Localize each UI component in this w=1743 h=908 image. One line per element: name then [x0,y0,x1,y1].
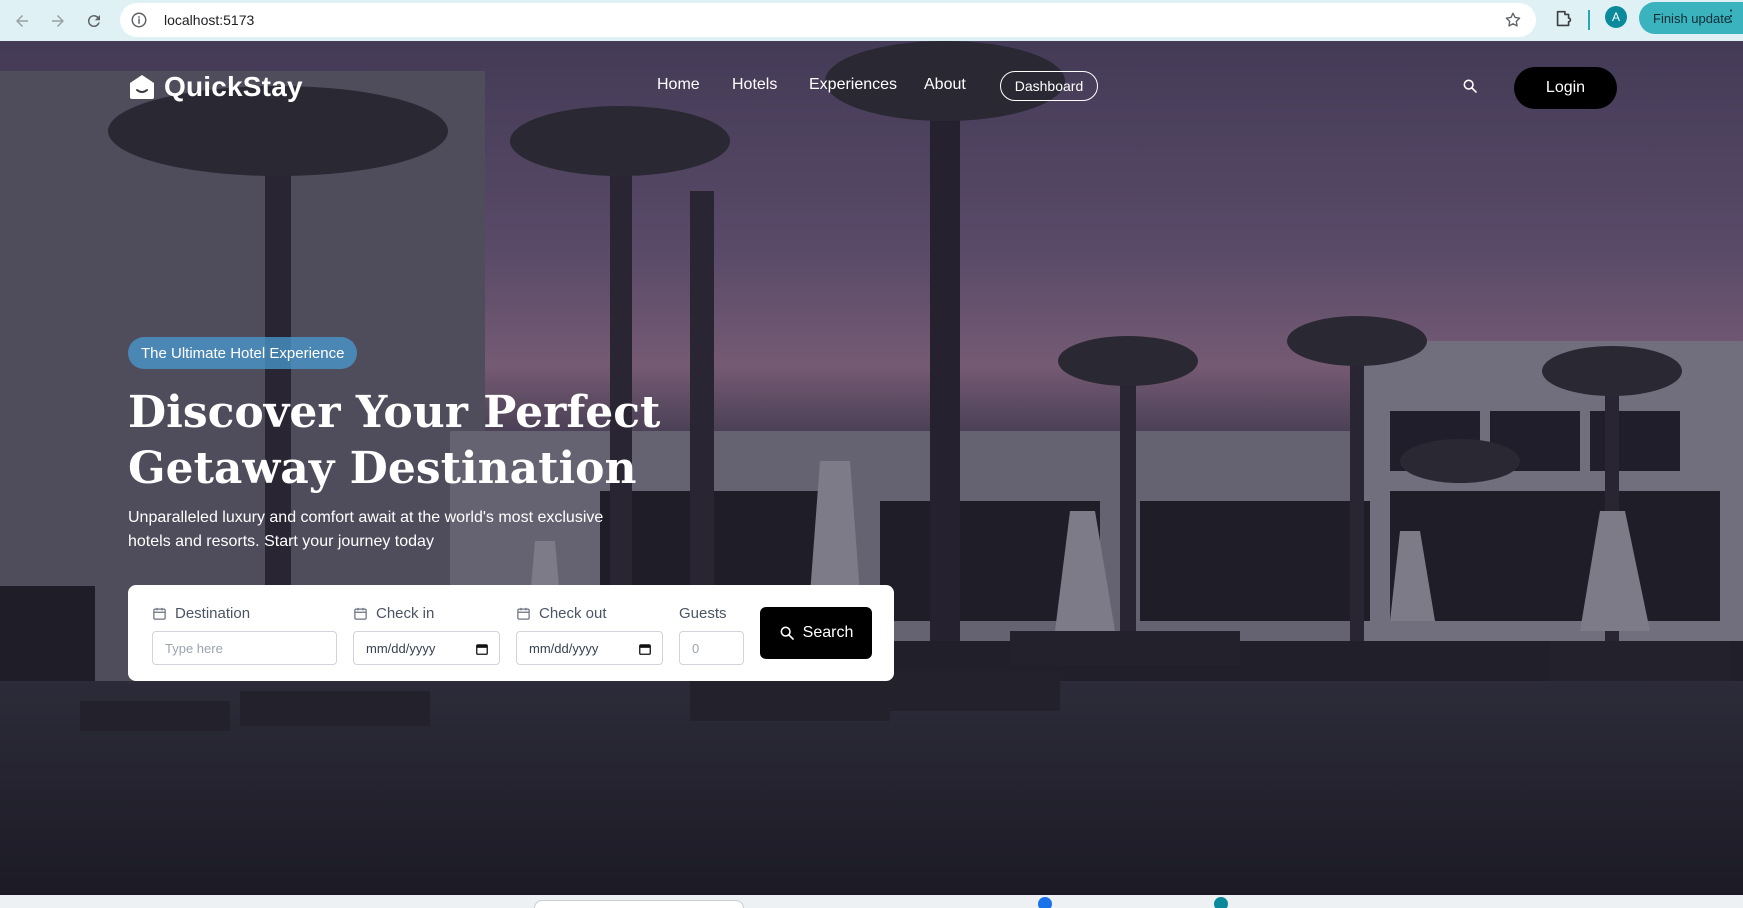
search-icon[interactable] [1462,78,1478,94]
guests-input[interactable]: 0 [679,631,744,665]
browser-toolbar: localhost:5173 A Finish update ⋮ [0,0,1743,41]
guests-placeholder: 0 [692,640,700,656]
date-picker-icon[interactable] [475,642,489,656]
house-logo-icon [130,75,154,99]
nav-experiences-link[interactable]: Experiences [809,76,897,94]
checkin-date-value: mm/dd/yyyy [366,640,436,656]
search-form: Destination Type here Check in mm/dd/yyy… [128,585,894,681]
destination-placeholder: Type here [165,640,223,656]
calendar-icon [517,607,530,620]
checkout-label: Check out [516,605,607,622]
taskbar-tab[interactable] [534,900,744,908]
extensions-icon[interactable] [1553,8,1575,30]
destination-label: Destination [152,605,250,622]
url-text[interactable]: localhost:5173 [164,12,254,28]
taskbar-app-icon[interactable] [1038,897,1052,908]
checkout-date-input[interactable]: mm/dd/yyyy [516,631,663,665]
finish-update-label: Finish update [1653,10,1732,26]
destination-label-text: Destination [175,605,251,622]
calendar-icon [153,607,166,620]
taskbar-strip [0,895,1743,908]
hero-section: QuickStay Home Hotels Experiences About … [0,41,1743,895]
destination-input[interactable]: Type here [152,631,337,665]
finish-update-button[interactable]: Finish update ⋮ [1639,2,1743,34]
calendar-icon [354,607,367,620]
hero-badge: The Ultimate Hotel Experience [128,337,358,369]
checkin-date-input[interactable]: mm/dd/yyyy [353,631,500,665]
bookmark-star-icon[interactable] [1504,11,1522,29]
guests-label: Guests [679,605,727,622]
checkin-label: Check in [353,605,434,622]
nav-about-link[interactable]: About [924,76,966,94]
reload-icon [87,14,100,27]
hero-subheading: Unparalleled luxury and comfort await at… [128,509,604,550]
search-icon [780,626,794,640]
guests-label-text: Guests [679,605,727,622]
search-button[interactable]: Search [760,607,872,659]
brand-name: QuickStay [164,71,303,102]
menu-dots-icon[interactable]: ⋮ [1723,9,1739,25]
checkin-label-text: Check in [376,605,435,622]
back-button[interactable] [8,7,36,35]
taskbar-app-icon[interactable] [1214,897,1228,908]
brand-logo[interactable]: QuickStay [128,71,303,103]
login-button[interactable]: Login [1514,67,1617,109]
forward-icon [52,14,64,27]
back-icon [16,14,28,27]
search-button-label: Search [802,624,854,641]
date-picker-icon[interactable] [638,642,652,656]
forward-button[interactable] [44,7,72,35]
site-info-icon[interactable] [130,11,148,29]
profile-avatar[interactable]: A [1605,6,1627,28]
reload-button[interactable] [80,7,108,35]
toolbar-divider [1588,10,1590,30]
hero-headline: Discover Your Perfect Getaway Destinatio… [128,387,661,494]
dashboard-button[interactable]: Dashboard [1000,71,1098,101]
nav-hotels-link[interactable]: Hotels [732,76,777,94]
checkout-date-value: mm/dd/yyyy [529,640,599,656]
nav-home-link[interactable]: Home [657,76,700,94]
address-bar[interactable]: localhost:5173 [120,3,1536,37]
checkout-label-text: Check out [539,605,607,622]
